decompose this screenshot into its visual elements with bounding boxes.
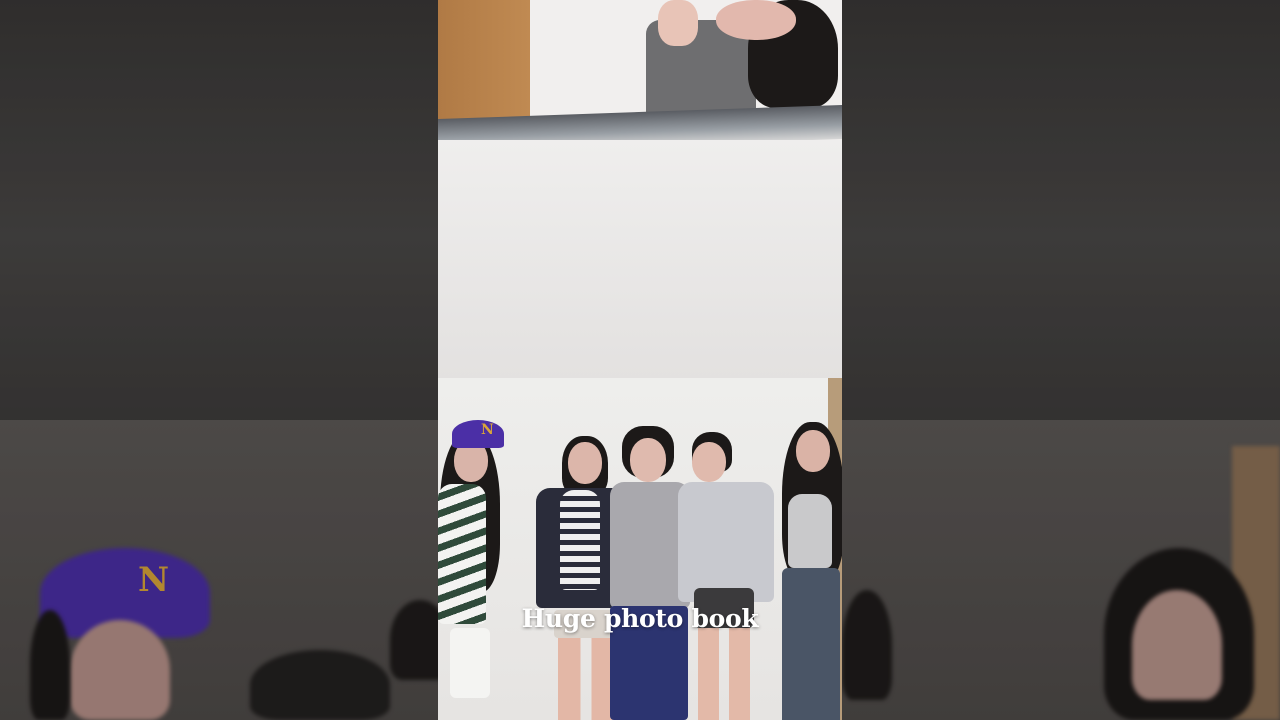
video-caption: Huge photo book: [521, 604, 759, 633]
cap-logo: N: [481, 422, 494, 438]
white-wall: [438, 140, 842, 380]
video-frame: N Huge photo book: [438, 0, 842, 720]
purple-cap: [452, 420, 504, 448]
left-blurred-backdrop: N: [0, 0, 438, 720]
left-dim-overlay: [0, 0, 438, 720]
top-photo-card: [438, 0, 842, 154]
right-dim-overlay: [842, 0, 1280, 720]
right-blurred-backdrop: [842, 0, 1280, 720]
photo-book: N: [438, 378, 842, 720]
